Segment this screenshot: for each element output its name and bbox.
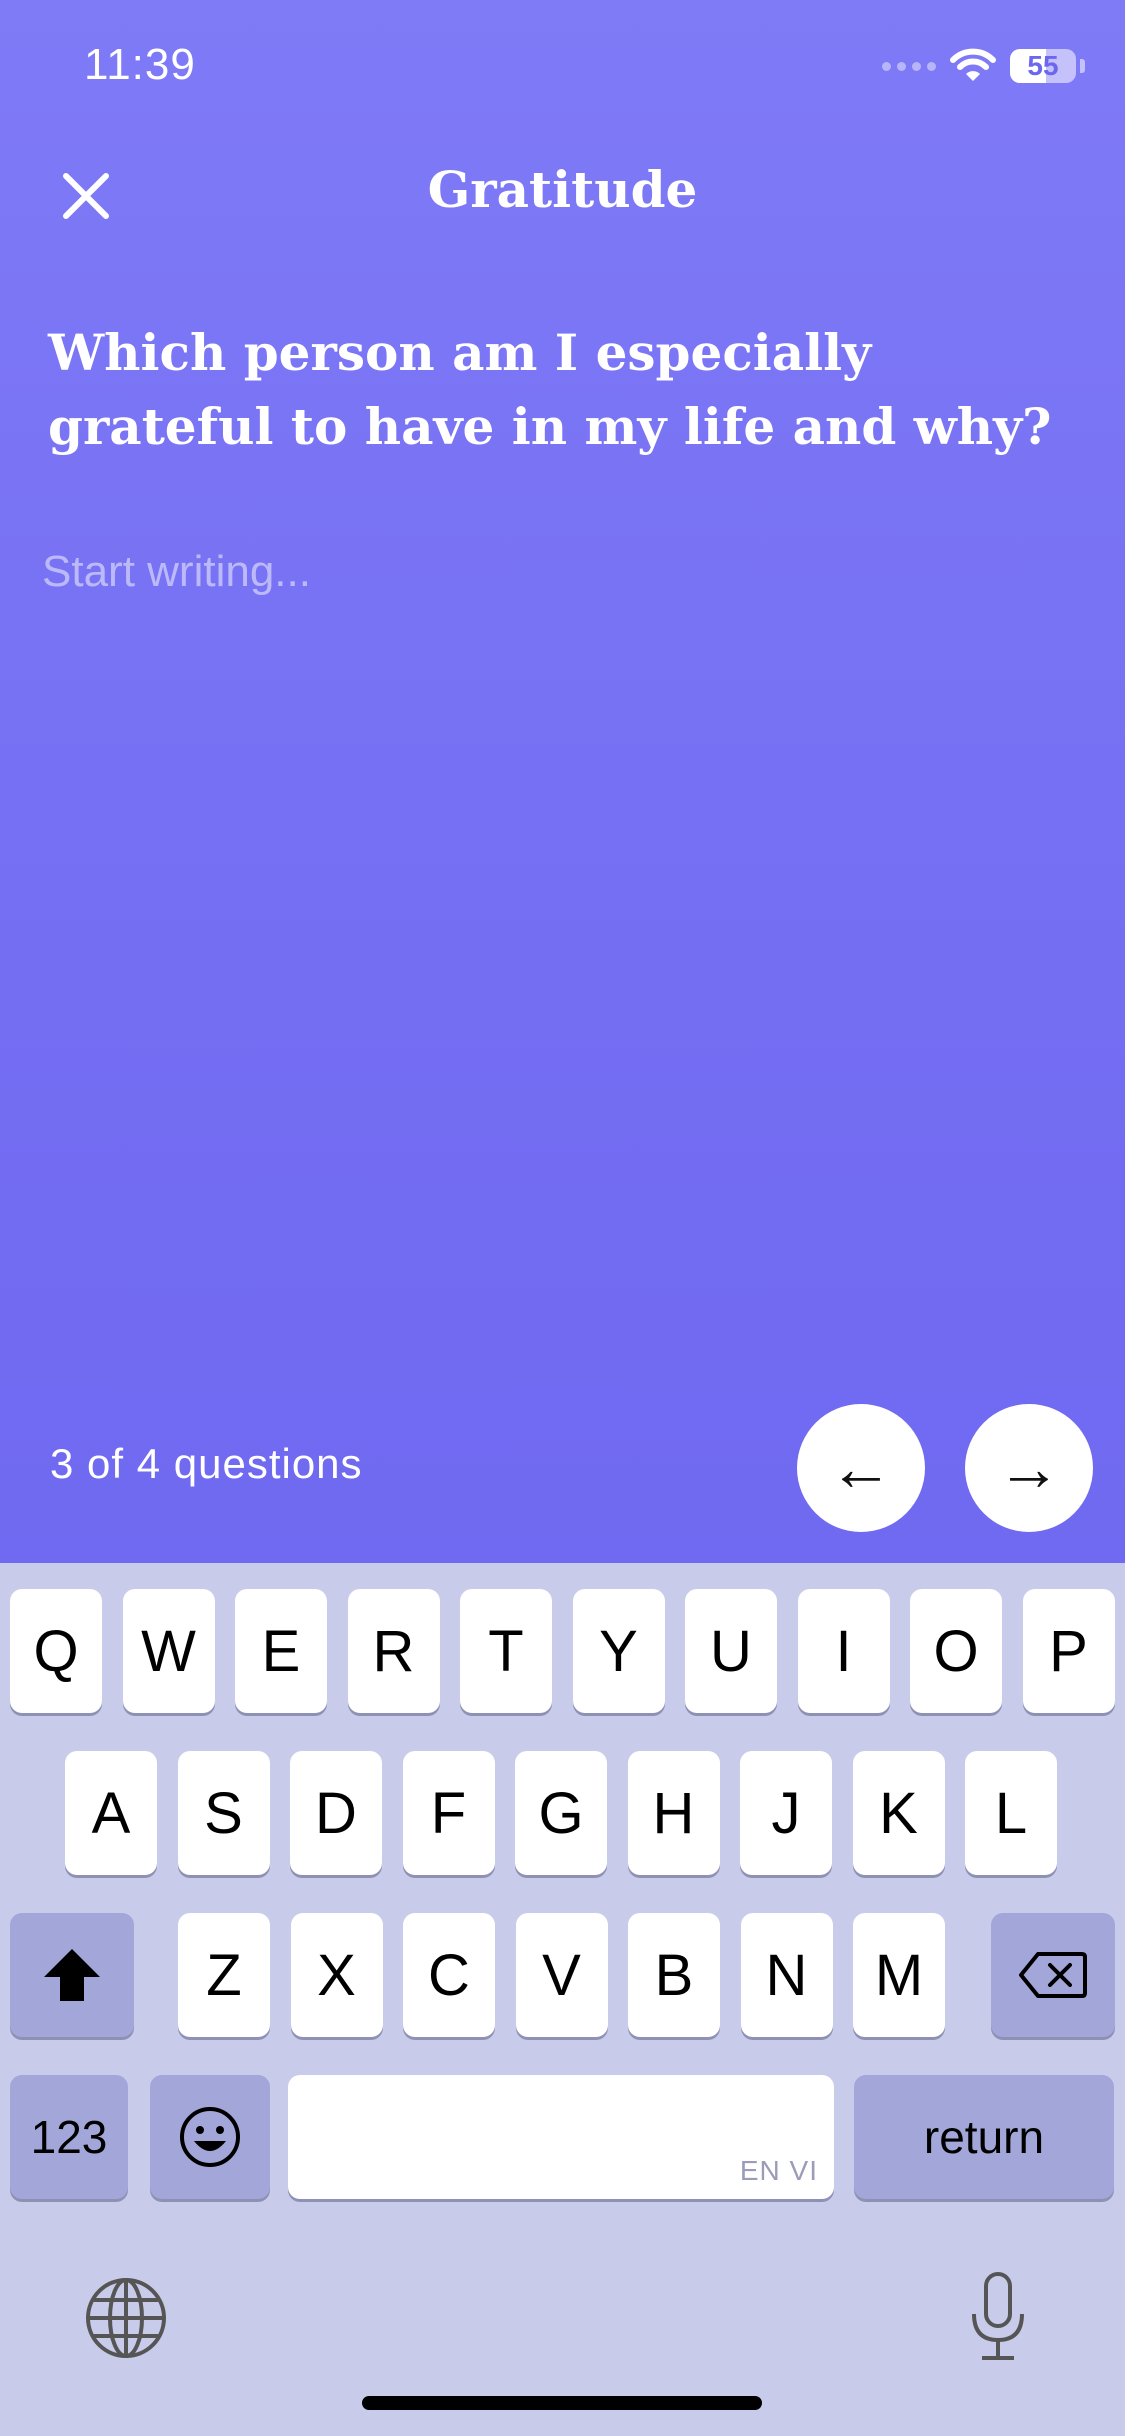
wifi-icon [950, 48, 996, 81]
key-q[interactable]: Q [10, 1589, 102, 1713]
key-e[interactable]: E [235, 1589, 327, 1713]
battery-level: 55 [1027, 50, 1059, 81]
emoji-key[interactable] [150, 2075, 270, 2199]
key-p[interactable]: P [1022, 1589, 1115, 1713]
key-m[interactable]: M [853, 1913, 945, 2037]
shift-icon [44, 1949, 100, 2001]
key-f[interactable]: F [402, 1751, 495, 1875]
key-u[interactable]: U [685, 1589, 777, 1713]
key-c[interactable]: C [403, 1913, 495, 2037]
microphone-icon[interactable] [966, 2270, 1030, 2366]
status-indicators: 55 [882, 48, 1085, 84]
journal-entry-input[interactable] [40, 545, 1084, 1349]
key-y[interactable]: Y [572, 1589, 665, 1713]
key-o[interactable]: O [910, 1589, 1002, 1713]
key-d[interactable]: D [290, 1751, 382, 1875]
backspace-key[interactable] [991, 1913, 1115, 2037]
journal-question: Which person am I especially grateful to… [48, 323, 1052, 456]
key-h[interactable]: H [627, 1751, 720, 1875]
globe-icon[interactable] [84, 2276, 168, 2360]
backspace-icon [1019, 1952, 1087, 1998]
key-b[interactable]: B [628, 1913, 720, 2037]
key-s[interactable]: S [177, 1751, 270, 1875]
key-i[interactable]: I [797, 1589, 890, 1713]
key-k[interactable]: K [852, 1751, 945, 1875]
numbers-key[interactable]: 123 [10, 2075, 128, 2199]
previous-question-button[interactable]: ← [797, 1404, 925, 1532]
home-indicator [362, 2396, 762, 2410]
key-a[interactable]: A [65, 1751, 157, 1875]
key-l[interactable]: L [965, 1751, 1057, 1875]
keyboard: QWERTYUIOP ASDFGHJKL ZXCVBNM 123 EN VI r [0, 1563, 1125, 2436]
key-z[interactable]: Z [178, 1913, 270, 2037]
key-v[interactable]: V [515, 1913, 608, 2037]
key-j[interactable]: J [740, 1751, 832, 1875]
space-key[interactable]: EN VI [288, 2075, 834, 2199]
shift-key[interactable] [10, 1913, 134, 2037]
question-progress: 3 of 4 questions [50, 1440, 363, 1487]
emoji-icon [180, 2107, 240, 2167]
cellular-signal-icon [882, 61, 936, 71]
key-t[interactable]: T [460, 1589, 552, 1713]
page-title: Gratitude [427, 160, 698, 219]
keyboard-languages: EN VI [739, 2155, 818, 2186]
status-time: 11:39 [84, 40, 196, 89]
return-key[interactable]: return [854, 2075, 1114, 2199]
key-r[interactable]: R [347, 1589, 440, 1713]
key-n[interactable]: N [740, 1913, 833, 2037]
key-g[interactable]: G [515, 1751, 607, 1875]
key-w[interactable]: W [122, 1589, 215, 1713]
key-x[interactable]: X [290, 1913, 383, 2037]
battery-icon: 55 [1010, 49, 1076, 83]
journal-screen: 11:39 55 Gratitude Which person am I esp… [0, 0, 1125, 2436]
next-question-button[interactable]: → [965, 1404, 1093, 1532]
